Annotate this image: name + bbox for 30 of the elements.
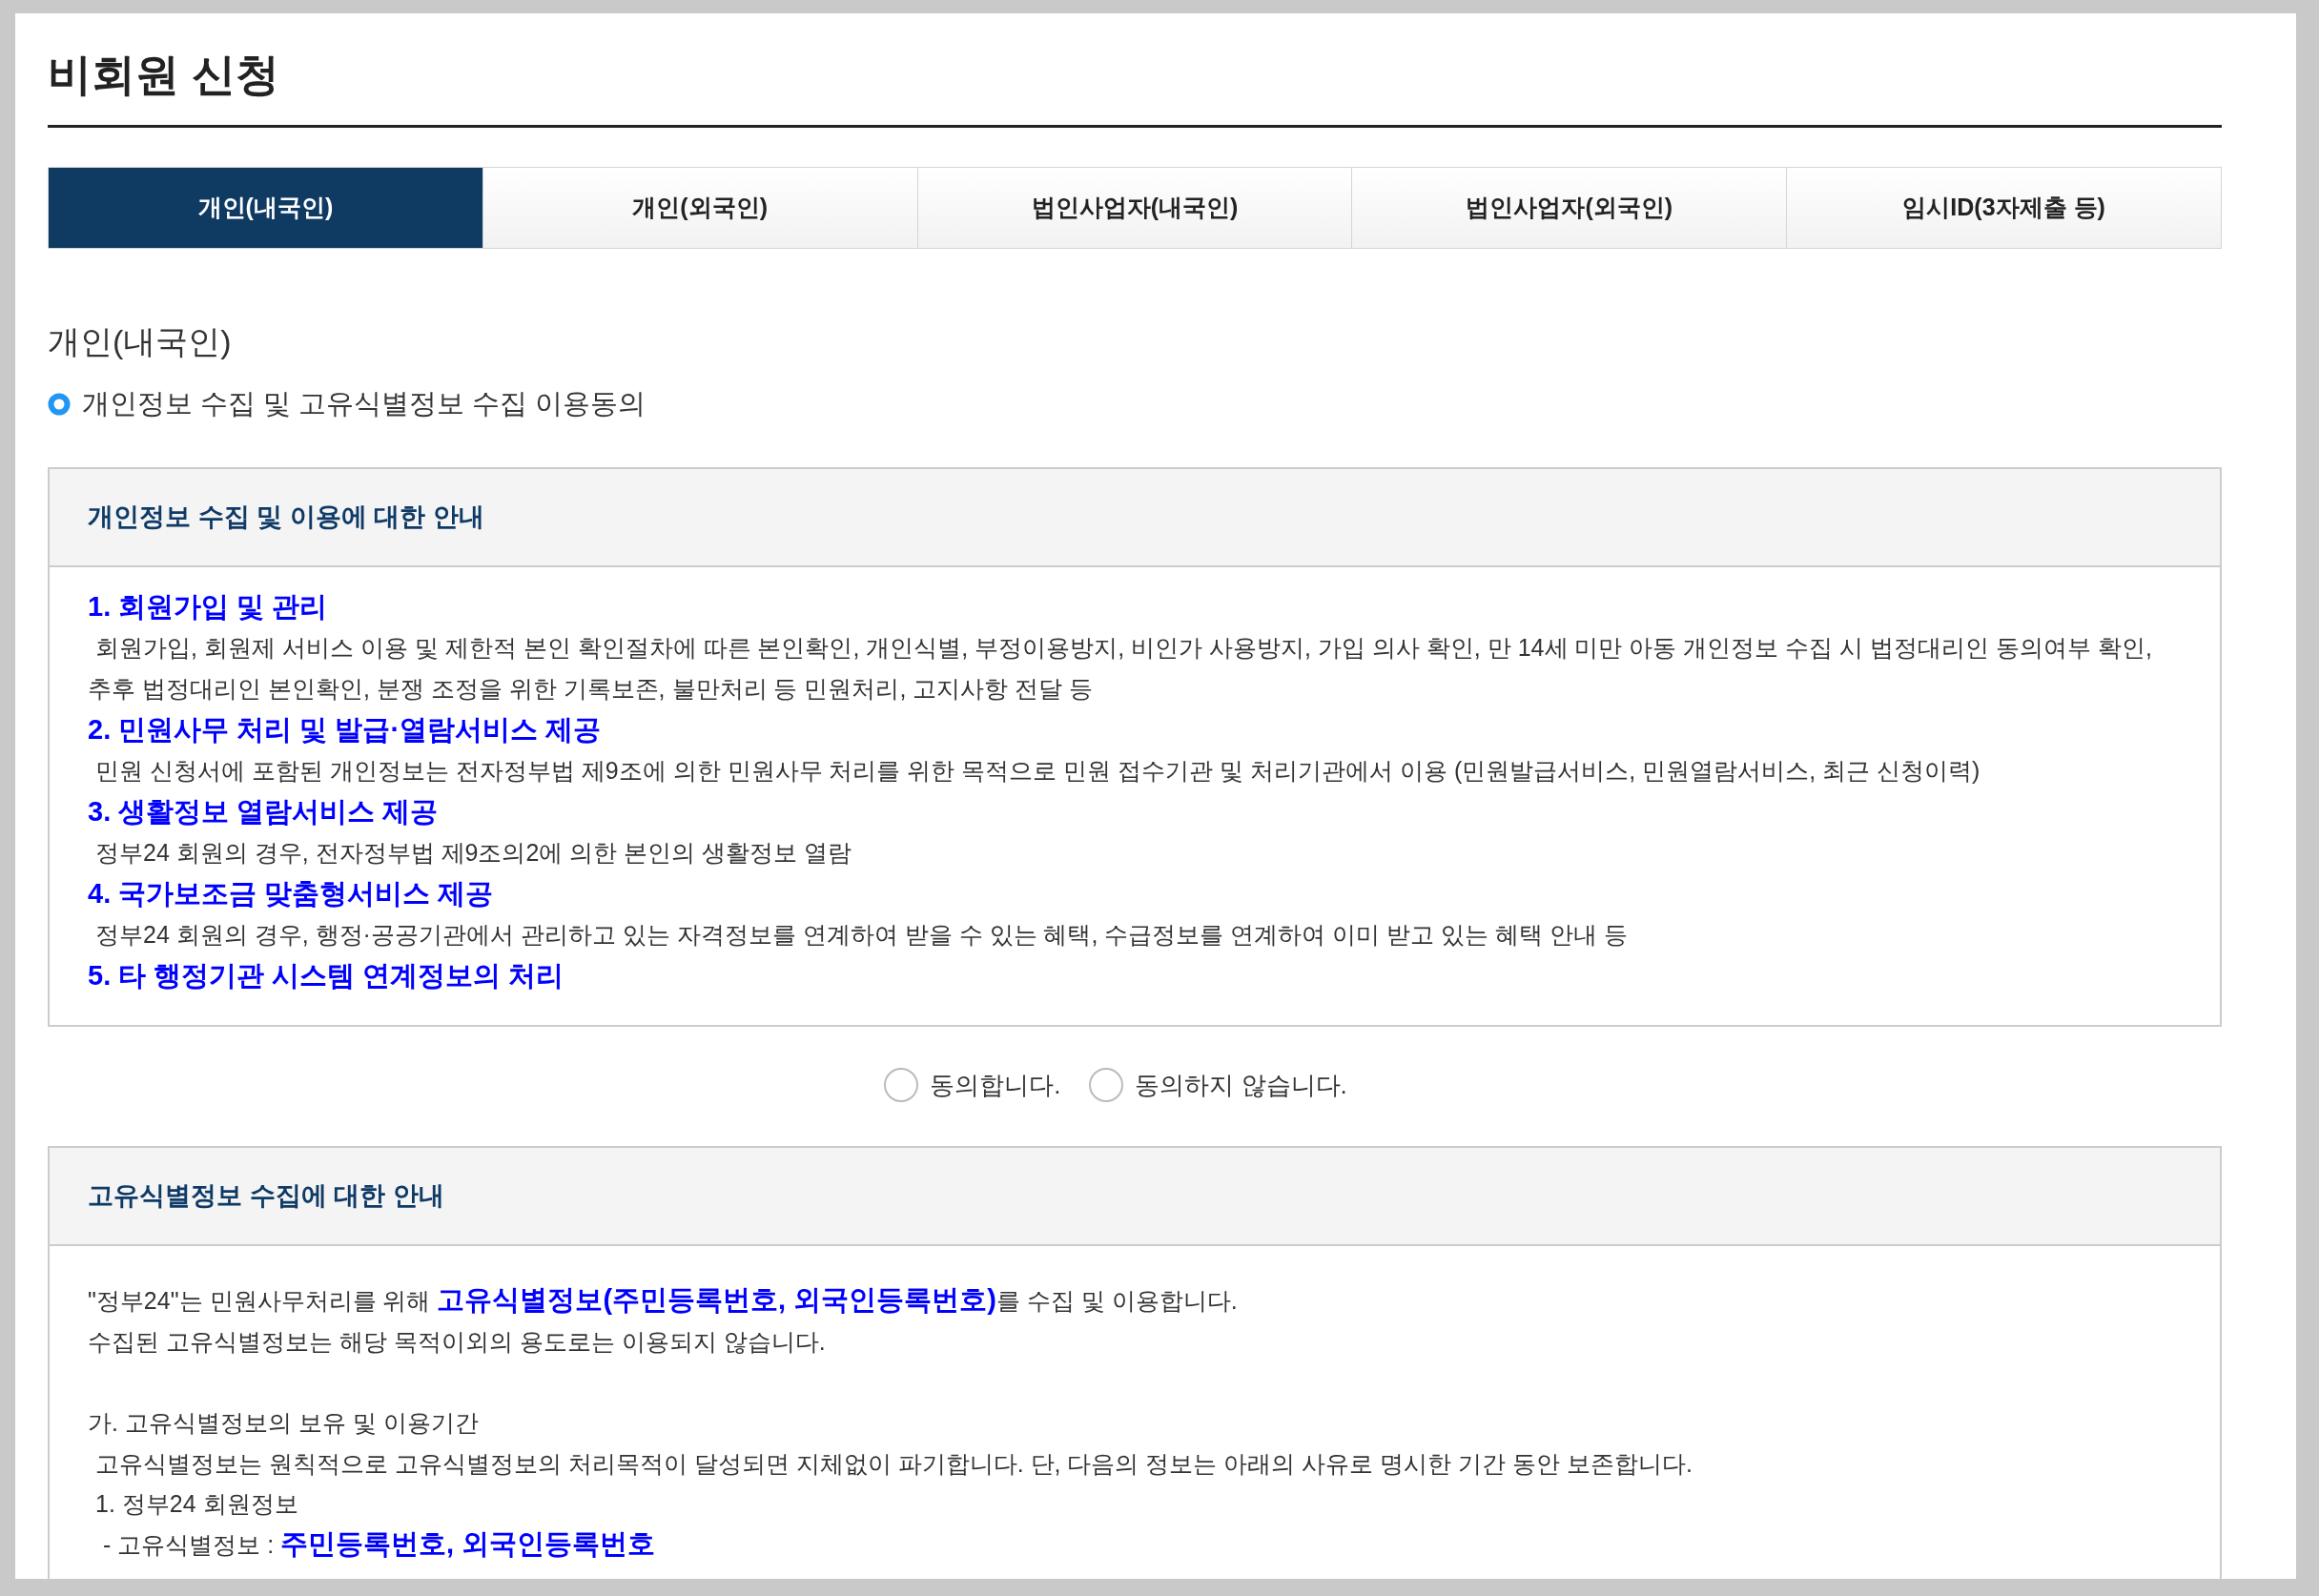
tab[interactable]: 법인사업자(내국인) [916, 168, 1352, 248]
notice-header: 고유식별정보 수집에 대한 안내 [88, 1179, 444, 1212]
notice-text: - 고유식별정보 : 주민등록번호, 외국인등록번호 [102, 1526, 657, 1561]
notice-text: 정부24 회원의 경우, 행정·공공기관에서 관리하고 있는 자격정보를 연계하여 받을 수 있는 혜택, 수급정보를 연계하여 이미 받고 있는 혜택 안내 등 [94, 919, 1629, 950]
section-title: 개인(내국인) [48, 322, 233, 361]
notice-text: 가. 고유식별정보의 보유 및 이용기간 [88, 1407, 480, 1438]
consent-heading: 개인정보 수집 및 고유식별정보 수집 이용동의 [82, 387, 646, 420]
radio-button[interactable] [1089, 1068, 1124, 1102]
radio-button[interactable] [884, 1068, 919, 1102]
tab[interactable]: 법인사업자(외국인) [1351, 168, 1787, 248]
notice-text: 민원 신청서에 포함된 개인정보는 전자정부법 제9조에 의한 민원사무 처리를 위한 목적으로 민원 접수기관 및 처리기관에서 이용 (민원발급서비스, 민원열람서비스, 최근 신청이력) [94, 755, 1981, 786]
notice-heading: 3. 생활정보 열람서비스 제공 [88, 794, 440, 829]
notice-text: 1. 정부24 회원정보 [94, 1488, 299, 1519]
bullet-icon [48, 392, 71, 416]
tab[interactable]: 개인(내국인) [49, 168, 482, 248]
notice-heading: 4. 국가보조금 맞춤형서비스 제공 [88, 876, 495, 911]
radio-label: 동의하지 않습니다. [1135, 1069, 1347, 1101]
notice-text: 정부24 회원의 경우, 전자정부법 제9조의2에 의한 본인의 생활정보 열람 [94, 837, 853, 868]
notice-heading: 5. 타 행정기관 시스템 연계정보의 처리 [88, 958, 565, 992]
notice-heading: 1. 회원가입 및 관리 [88, 589, 329, 624]
notice-text: 고유식별정보는 원칙적으로 고유식별정보의 처리목적이 달성되면 지체없이 파기합니다. 단, 다음의 정보는 아래의 사유로 명시한 기간 동안 보존합니다. [94, 1448, 1694, 1479]
tab[interactable]: 개인(외국인) [482, 168, 917, 248]
notice-header: 개인정보 수집 및 이용에 대한 안내 [88, 501, 484, 533]
notice-text: "정부24"는 민원사무처리를 위해 고유식별정보(주민등록번호, 외국인등록번호)를 수집 및 이용합니다. [88, 1282, 1239, 1317]
notice-text: 회원가입, 회원제 서비스 이용 및 제한적 본인 확인절차에 따른 본인확인, 개인식별, 부정이용방지, 비인가 사용방지, 가입 의사 확인, 만 14세 미만 아동 개인정보 수집 시 법정대리인 동의여부 확인, 추후 법정대리인 본인확인, 분쟁 조정을 위한 기록보존, 불만처리 등 민원처리, 고지사항 전달 등 [88, 632, 2154, 704]
notice-text: 수집된 고유식별정보는 해당 목적이외의 용도로는 이용되지 않습니다. [88, 1326, 827, 1357]
tab[interactable]: 임시ID(3자제출 등) [1786, 168, 2221, 248]
notice-heading: 2. 민원사무 처리 및 발급·열람서비스 제공 [88, 712, 603, 747]
page-title: 비회원 신청 [48, 49, 280, 101]
radio-label: 동의합니다. [930, 1069, 1061, 1101]
